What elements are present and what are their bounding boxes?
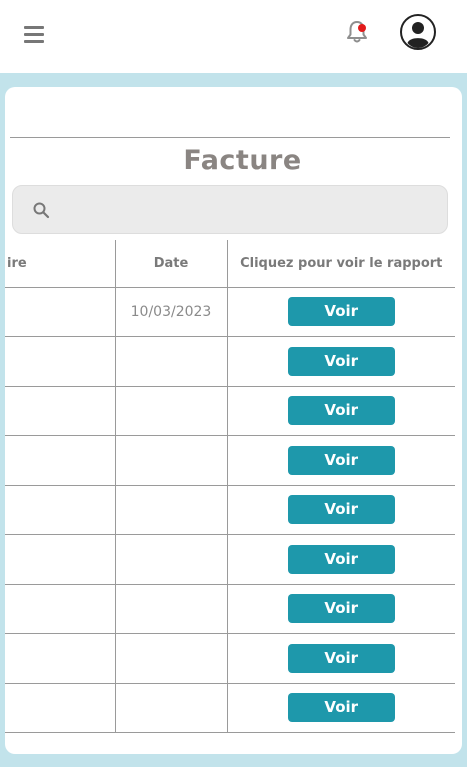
table-row: Voir [5,584,455,634]
column-header: ire [5,240,115,288]
user-avatar-icon[interactable] [399,13,437,51]
table-cell [5,633,115,684]
top-bar [0,0,467,73]
table-cell [5,683,115,733]
column-header-report: Cliquez pour voir le rapport [226,240,455,288]
bell-icon[interactable] [343,18,371,46]
voir-button[interactable]: Voir [287,297,395,327]
action-cell: Voir [226,287,455,337]
action-cell: Voir [226,336,455,387]
hamburger-menu-icon[interactable] [24,26,44,44]
table-cell [5,336,115,387]
voir-button[interactable]: Voir [287,693,395,723]
voir-button[interactable]: Voir [287,594,395,624]
table-cell [5,534,115,585]
voir-button[interactable]: Voir [287,643,395,673]
table-header-row: ire Date Cliquez pour voir le rapport [5,240,455,288]
table-row: 10/03/2023 Voir [5,287,455,337]
notification-dot [358,24,366,32]
table-row: Voir [5,534,455,585]
date-cell: 10/03/2023 [114,287,227,337]
table-row: Voir [5,386,455,436]
divider [10,137,450,138]
invoice-card: Facture ire Date Cliquez pour voir le ra… [5,87,462,754]
action-cell: Voir [226,584,455,634]
voir-button[interactable]: Voir [287,346,395,376]
date-cell [114,485,227,535]
date-cell [114,386,227,436]
date-cell [114,435,227,486]
table-cell [5,435,115,486]
table-cell [5,584,115,634]
column-header-date: Date [114,240,227,288]
date-cell [114,584,227,634]
voir-button[interactable]: Voir [287,495,395,525]
table-cell [5,386,115,436]
action-cell: Voir [226,633,455,684]
voir-button[interactable]: Voir [287,445,395,475]
table-row: Voir [5,683,455,733]
search-bar[interactable] [12,185,448,234]
page-title: Facture [183,145,302,176]
search-icon [33,202,50,219]
action-cell: Voir [226,386,455,436]
invoice-table: ire Date Cliquez pour voir le rapport 10… [5,240,455,733]
action-cell: Voir [226,485,455,535]
search-input[interactable] [59,194,439,226]
date-cell [114,534,227,585]
voir-button[interactable]: Voir [287,544,395,574]
date-cell [114,683,227,733]
table-row: Voir [5,485,455,535]
action-cell: Voir [226,534,455,585]
table-row: Voir [5,435,455,486]
table-cell [5,485,115,535]
action-cell: Voir [226,435,455,486]
table-row: Voir [5,633,455,684]
table-row: Voir [5,336,455,387]
action-cell: Voir [226,683,455,733]
voir-button[interactable]: Voir [287,396,395,426]
date-cell [114,633,227,684]
date-cell [114,336,227,387]
table-cell [5,287,115,337]
